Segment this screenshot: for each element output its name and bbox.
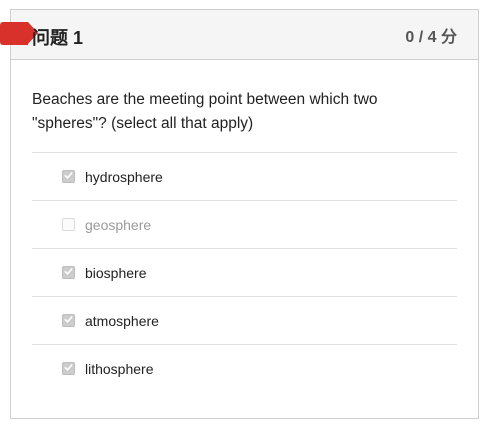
question-score: 0 / 4 分: [405, 29, 457, 46]
question-body: Beaches are the meeting point between wh…: [11, 60, 478, 392]
question-text: Beaches are the meeting point between wh…: [32, 91, 378, 132]
checkbox[interactable]: [62, 314, 75, 327]
checkbox[interactable]: [62, 362, 75, 375]
question-title: 问题 1: [32, 28, 84, 48]
answer-option-lithosphere[interactable]: lithosphere: [32, 345, 457, 392]
checkbox[interactable]: [62, 218, 75, 231]
check-icon: [64, 268, 73, 275]
option-label: lithosphere: [85, 360, 154, 377]
checkbox[interactable]: [62, 170, 75, 183]
option-label: geosphere: [85, 216, 152, 233]
option-label: hydrosphere: [85, 168, 163, 185]
flag-icon[interactable]: [0, 22, 28, 45]
answer-option-geosphere[interactable]: geosphere: [32, 201, 457, 249]
check-icon: [64, 364, 73, 371]
answer-options: hydrosphere geosphere biosphere atmosphe…: [32, 152, 457, 392]
option-label: atmosphere: [85, 312, 159, 329]
check-icon: [64, 172, 73, 179]
answer-option-atmosphere[interactable]: atmosphere: [32, 297, 457, 345]
check-icon: [64, 316, 73, 323]
checkbox[interactable]: [62, 266, 75, 279]
answer-option-biosphere[interactable]: biosphere: [32, 249, 457, 297]
question-header: 问题 1 0 / 4 分: [0, 10, 478, 60]
question-card: 问题 1 0 / 4 分 Beaches are the meeting poi…: [0, 9, 479, 419]
answer-option-hydrosphere[interactable]: hydrosphere: [32, 153, 457, 201]
option-label: biosphere: [85, 264, 147, 281]
